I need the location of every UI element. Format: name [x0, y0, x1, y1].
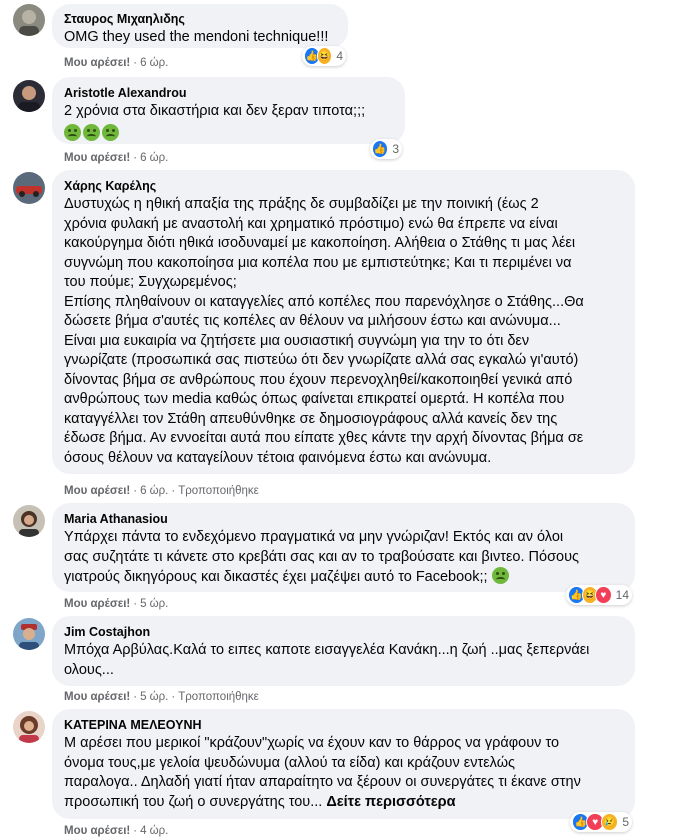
like-button[interactable]: Μου αρέσει!: [64, 598, 130, 610]
reaction-summary[interactable]: 👍 ♥ 😢 5: [570, 812, 632, 832]
comment-line: Δυστυχώς η ηθική απαξία της πράξης δε συ…: [64, 196, 539, 212]
comment-actions: Μου αρέσει! · 6 ώρ.: [64, 152, 169, 164]
sad-icon: 😢: [600, 813, 619, 831]
like-button[interactable]: Μου αρέσει!: [64, 691, 130, 703]
comment-line: ολους...: [64, 661, 114, 678]
comment-line: όσους θέλουν να καταγείλουν τέτοια φαινό…: [64, 449, 492, 466]
timestamp[interactable]: 5 ώρ.: [140, 598, 168, 610]
comment-bubble: Χάρης Καρέλης Δυστυχώς η ηθική απαξία τη…: [52, 170, 635, 474]
avatar[interactable]: [13, 711, 45, 743]
comment-line: παραλογα.. Δηλαδή γιατί ήταν απαραίτητο …: [64, 774, 581, 790]
like-button[interactable]: Μου αρέσει!: [64, 485, 130, 497]
comment-line: δίνοντας βήμα σε ανθρώπους που έχουν περ…: [64, 371, 573, 388]
comment-line: του πούμε; Συγχωρεμένος;: [64, 274, 237, 290]
comment-text: 2 χρόνια στα δικαστήρια και δεν ξεραν τι…: [64, 103, 366, 119]
comment-author[interactable]: ΚΑΤΕΡΙΝΑ ΜΕΛΕΟΥΝΗ: [64, 717, 623, 733]
comment-line: δώσετε βήμα σ'αυτές τις κοπέλες αν θέλου…: [64, 313, 561, 329]
avatar[interactable]: [13, 172, 45, 204]
comment-text: OMG they used the mendoni technique!!!: [64, 29, 329, 45]
comment-text: Υπάρχει πάντα το ενδεχόμενο πραγματικά ν…: [64, 528, 623, 588]
comment-actions: Μου αρέσει! · 6 ώρ. · Τροποποιήθηκε: [64, 485, 259, 497]
comment-line: συγνώμη που κακοποίησα μια κοπέλα που με…: [64, 254, 572, 271]
comment-line: Υπάρχει πάντα το ενδεχόμενο πραγματικά ν…: [64, 529, 564, 545]
edited-label[interactable]: Τροποποιήθηκε: [178, 485, 259, 497]
comment-author[interactable]: Jim Costajhon: [64, 624, 623, 640]
reaction-count: 14: [615, 588, 629, 602]
timestamp[interactable]: 6 ώρ.: [140, 152, 168, 164]
comment-line: γιατρούς δικηγόρους και δικαστές έχει μα…: [64, 567, 623, 588]
reaction-count: 4: [336, 49, 343, 63]
comment-actions: Μου αρέσει! · 6 ώρ.: [64, 57, 169, 69]
nauseated-face-emoji: [491, 567, 509, 584]
like-button[interactable]: Μου αρέσει!: [64, 825, 130, 837]
haha-icon: 😆: [316, 47, 333, 65]
reaction-summary[interactable]: 👍 😆 ♥ 14: [566, 585, 632, 605]
reaction-summary[interactable]: 👍 3: [370, 139, 402, 159]
nauseated-face-emoji: [64, 123, 81, 141]
timestamp[interactable]: 4 ώρ.: [140, 825, 168, 837]
comment-line: κακούργημα διότι ηθικά ισοδυναμεί με κακ…: [64, 235, 576, 251]
like-icon: 👍: [372, 140, 389, 158]
comment-actions: Μου αρέσει! · 5 ώρ.: [64, 598, 169, 610]
love-icon: ♥: [595, 586, 612, 604]
emoji-line: [64, 123, 393, 145]
comment-author[interactable]: Σταυρος Μιχαηλιδης: [64, 11, 336, 27]
comment-line: ανθρώπους των media καθώς όπως φαίνεται …: [64, 391, 565, 407]
reaction-count: 5: [622, 815, 629, 829]
comment-text: Δυστυχώς η ηθική απαξία της πράξης δε συ…: [64, 195, 623, 468]
like-button[interactable]: Μου αρέσει!: [64, 57, 130, 69]
comment-actions: Μου αρέσει! · 4 ώρ.: [64, 825, 169, 837]
comment-bubble: Jim Costajhon Μπόχα Αρβύλας.Καλά το ειπε…: [52, 616, 635, 686]
comment-line: Μπόχα Αρβύλας.Καλά το ειπες καποτε εισαγ…: [64, 642, 590, 658]
avatar[interactable]: [13, 80, 45, 112]
see-more-link[interactable]: Δείτε περισσότερα: [326, 794, 455, 810]
nauseated-face-emoji: [102, 123, 119, 141]
comment-text: Μπόχα Αρβύλας.Καλά το ειπες καποτε εισαγ…: [64, 641, 623, 680]
reaction-count: 3: [392, 142, 399, 156]
comment-line: σας συζητάτε τι κάνετε στο κρεβάτι σας κ…: [64, 548, 580, 565]
timestamp[interactable]: 6 ώρ.: [140, 485, 168, 497]
timestamp[interactable]: 6 ώρ.: [140, 57, 168, 69]
reaction-summary[interactable]: 👍 😆 4: [302, 46, 346, 66]
avatar[interactable]: [13, 505, 45, 537]
edited-label[interactable]: Τροποποιήθηκε: [178, 691, 259, 703]
comment-actions: Μου αρέσει! · 5 ώρ. · Τροποποιήθηκε: [64, 691, 259, 703]
comment-bubble: Σταυρος Μιχαηλιδης OMG they used the men…: [52, 4, 348, 48]
comment-bubble: Aristotle Alexandrou 2 χρόνια στα δικαστ…: [52, 77, 405, 144]
comment-line: όνομα τους,με γελοία ψευδώνυμα (αλλού τα…: [64, 754, 516, 771]
nauseated-face-emoji: [83, 123, 100, 141]
comment-line: γνωρίζατε (προσωπικά σας πιστεύω ότι δεν…: [64, 352, 579, 368]
avatar[interactable]: [13, 618, 45, 650]
comment-line: Μ αρέσει που μερικοί "κράζουν"χωρίς να έ…: [64, 735, 560, 751]
comment-line: Επίσης πληθαίνουν οι καταγγελίες από κοπ…: [64, 293, 584, 310]
comment-line: έδωσε βήμα. Αν εννοείται αυτά που είπατε…: [64, 430, 584, 446]
comment-line: Είναι μια ευκαιρία να ζητήσετε μια ουσια…: [64, 332, 530, 349]
comment-author[interactable]: Χάρης Καρέλης: [64, 178, 623, 194]
comment-author[interactable]: Maria Athanasiou: [64, 511, 623, 527]
comment-line: προσωπική του ζωή ο συνεργάτης του... Δε…: [64, 793, 456, 810]
avatar[interactable]: [13, 4, 45, 36]
comment-bubble: Maria Athanasiou Υπάρχει πάντα το ενδεχό…: [52, 503, 635, 592]
like-button[interactable]: Μου αρέσει!: [64, 152, 130, 164]
comment-line: καταγγέλλει τον Στάθη απευθύνθηκε σε δημ…: [64, 410, 558, 427]
comment-line: χρόνια φυλακή με αναστολή και χρηματικό …: [64, 215, 558, 232]
comment-text: Μ αρέσει που μερικοί "κράζουν"χωρίς να έ…: [64, 734, 623, 812]
comment-author[interactable]: Aristotle Alexandrou: [64, 85, 393, 101]
timestamp[interactable]: 5 ώρ.: [140, 691, 168, 703]
comment-bubble: ΚΑΤΕΡΙΝΑ ΜΕΛΕΟΥΝΗ Μ αρέσει που μερικοί "…: [52, 709, 635, 819]
